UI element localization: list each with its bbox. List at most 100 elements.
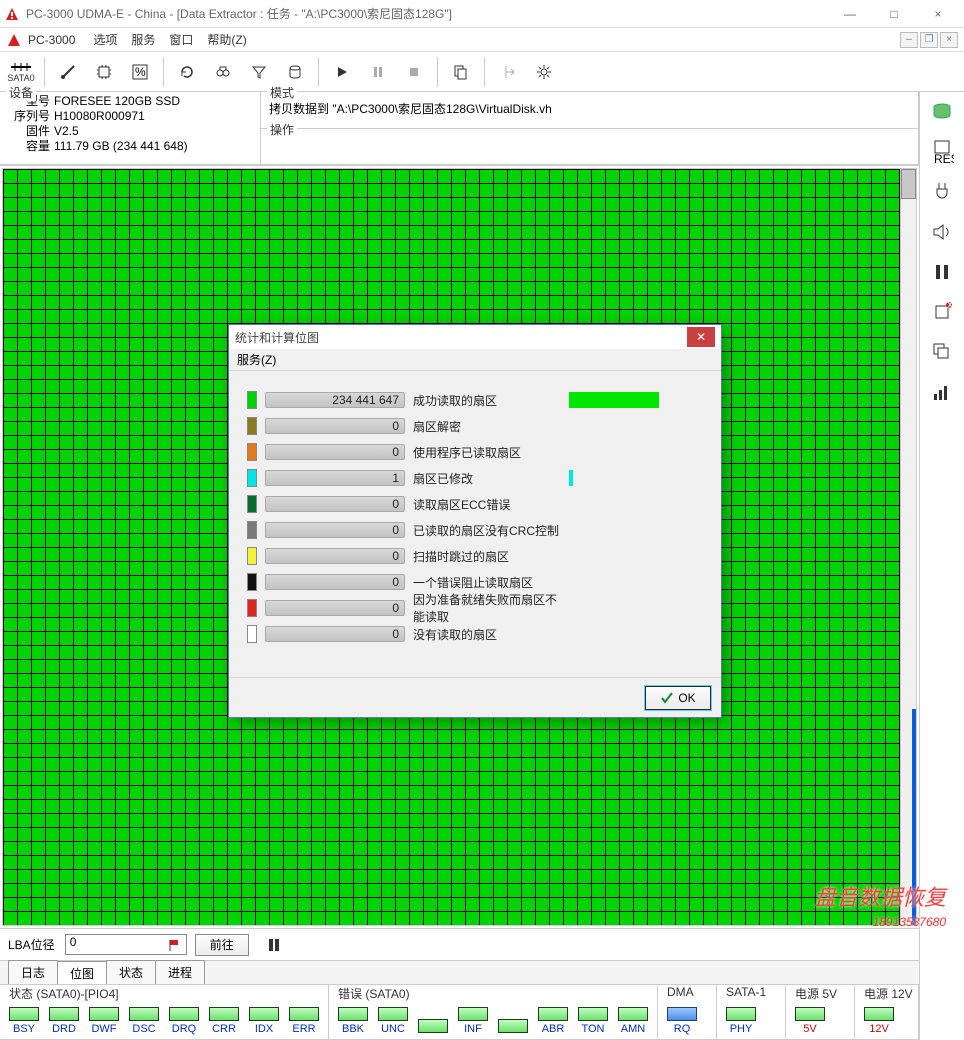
pause-button[interactable] (361, 55, 395, 89)
copy-button[interactable] (444, 55, 478, 89)
binoculars-icon (214, 63, 232, 81)
tab-status[interactable]: 状态 (106, 960, 156, 984)
lba-value: 0 (70, 935, 77, 949)
status-group-errors: 错误 (SATA0) BBK UNC INF ABR TON AMN (328, 984, 658, 1040)
app-icon (4, 6, 20, 22)
stat-value: 0 (265, 444, 405, 460)
stat-minibar (569, 470, 659, 486)
minimize-button[interactable]: — (828, 0, 872, 27)
tab-process[interactable]: 进程 (155, 960, 205, 984)
window-title: PC-3000 UDMA-E - China - [Data Extractor… (26, 5, 452, 22)
menu-help[interactable]: 帮助(Z) (207, 31, 246, 48)
stat-row: 0扇区解密 (247, 413, 703, 439)
stat-label: 读取扇区ECC错误 (413, 496, 561, 513)
statistics-dialog: 统计和计算位图 ✕ 服务(Z) 234 441 647成功读取的扇区0扇区解密0… (228, 324, 722, 718)
menu-window[interactable]: 窗口 (169, 31, 193, 48)
side-pause-button[interactable] (928, 258, 956, 286)
dialog-close-button[interactable]: ✕ (687, 327, 715, 347)
operation-panel: 操作 (260, 128, 919, 166)
status-zone: 状态 (SATA0)-[PIO4] BSY DRD DWF DSC DRQ CR… (0, 984, 919, 1040)
play-button[interactable] (325, 55, 359, 89)
device-panel-title: 设备 (6, 84, 36, 101)
find-button[interactable] (206, 55, 240, 89)
side-reset-button[interactable]: RESET (928, 138, 956, 166)
ok-button[interactable]: OK (645, 686, 711, 710)
tools-button[interactable] (51, 55, 85, 89)
led-rq: RQ (664, 1007, 700, 1035)
mdi-minimize-button[interactable]: – (900, 32, 918, 48)
stat-row: 0已读取的扇区没有CRC控制 (247, 517, 703, 543)
chip-icon (95, 63, 113, 81)
stat-value: 1 (265, 470, 405, 486)
mdi-close-button[interactable]: × (940, 32, 958, 48)
status-group-sata1: SATA-1 PHY (716, 984, 786, 1040)
stat-minibar (569, 548, 659, 564)
stat-swatch (247, 417, 257, 435)
dialog-menu: 服务(Z) (229, 349, 721, 371)
side-disk-button[interactable] (928, 98, 956, 126)
status-group-5v: 电源 5V 5V (785, 984, 855, 1040)
led-abr: ABR (535, 1007, 571, 1035)
exit-button[interactable] (491, 55, 525, 89)
brand-label: PC-3000 (28, 33, 75, 47)
tab-bitmap[interactable]: 位图 (57, 961, 107, 985)
scrollbar-thumb[interactable] (901, 169, 916, 199)
percent-button[interactable]: % (123, 55, 157, 89)
maximize-button[interactable]: □ (872, 0, 916, 27)
serial-label: 序列号 (8, 109, 50, 124)
watermark-line1: 盘音数据恢复 (814, 886, 946, 910)
exit-icon (499, 63, 517, 81)
dialog-menu-services[interactable]: 服务(Z) (237, 351, 276, 368)
stat-row: 0扫描时跳过的扇区 (247, 543, 703, 569)
side-speaker-button[interactable] (928, 218, 956, 246)
side-layers-button[interactable] (928, 338, 956, 366)
stop-button[interactable] (397, 55, 431, 89)
stat-swatch (247, 521, 257, 539)
menu-services[interactable]: 服务 (131, 31, 155, 48)
led-12v: 12V (861, 1007, 897, 1035)
tools-icon (59, 63, 77, 81)
dialog-title: 统计和计算位图 (235, 329, 319, 346)
toolbar: SATA0 % (0, 52, 964, 92)
side-chip-button[interactable]: x (928, 298, 956, 326)
svg-text:x: x (947, 300, 953, 311)
side-bars-button[interactable] (928, 378, 956, 406)
svg-text:%: % (135, 65, 146, 79)
menu-options[interactable]: 选项 (93, 31, 117, 48)
percent-icon: % (131, 63, 149, 81)
stat-row: 234 441 647成功读取的扇区 (247, 387, 703, 413)
led-unc: UNC (375, 1007, 411, 1035)
copy-icon (452, 63, 470, 81)
stat-minibar (569, 600, 659, 616)
svg-text:RESET: RESET (934, 152, 954, 165)
tab-log[interactable]: 日志 (8, 960, 58, 984)
status-group-12v: 电源 12V 12V (854, 984, 919, 1040)
status-group-dma-title: DMA (664, 985, 697, 999)
dialog-titlebar[interactable]: 统计和计算位图 ✕ (229, 325, 721, 349)
mdi-restore-button[interactable]: ❐ (920, 32, 938, 48)
chip-button[interactable] (87, 55, 121, 89)
lba-input[interactable]: 0 (65, 934, 187, 955)
side-plug-button[interactable] (928, 178, 956, 206)
led-amn: AMN (615, 1007, 651, 1035)
operation-panel-title: 操作 (267, 121, 297, 138)
gear-icon (535, 63, 553, 81)
watermark: 盘音数据恢复 18913587680 (814, 886, 946, 934)
status-group-sata1-title: SATA-1 (723, 985, 769, 999)
stat-swatch (247, 573, 257, 591)
led-inf: INF (455, 1007, 491, 1035)
stat-value: 0 (265, 418, 405, 434)
pause-indicator-icon (267, 938, 281, 952)
close-button[interactable]: × (916, 0, 960, 27)
settings-button[interactable] (527, 55, 561, 89)
reload-button[interactable] (170, 55, 204, 89)
stat-swatch (247, 625, 257, 643)
go-button[interactable]: 前往 (195, 934, 249, 956)
stat-swatch (247, 495, 257, 513)
check-icon (660, 691, 674, 705)
stat-row: 0读取扇区ECC错误 (247, 491, 703, 517)
status-group-12v-title: 电源 12V (861, 985, 916, 1002)
led-bbk: BBK (335, 1007, 371, 1035)
stop-icon (407, 65, 421, 79)
flag-icon (168, 938, 182, 952)
